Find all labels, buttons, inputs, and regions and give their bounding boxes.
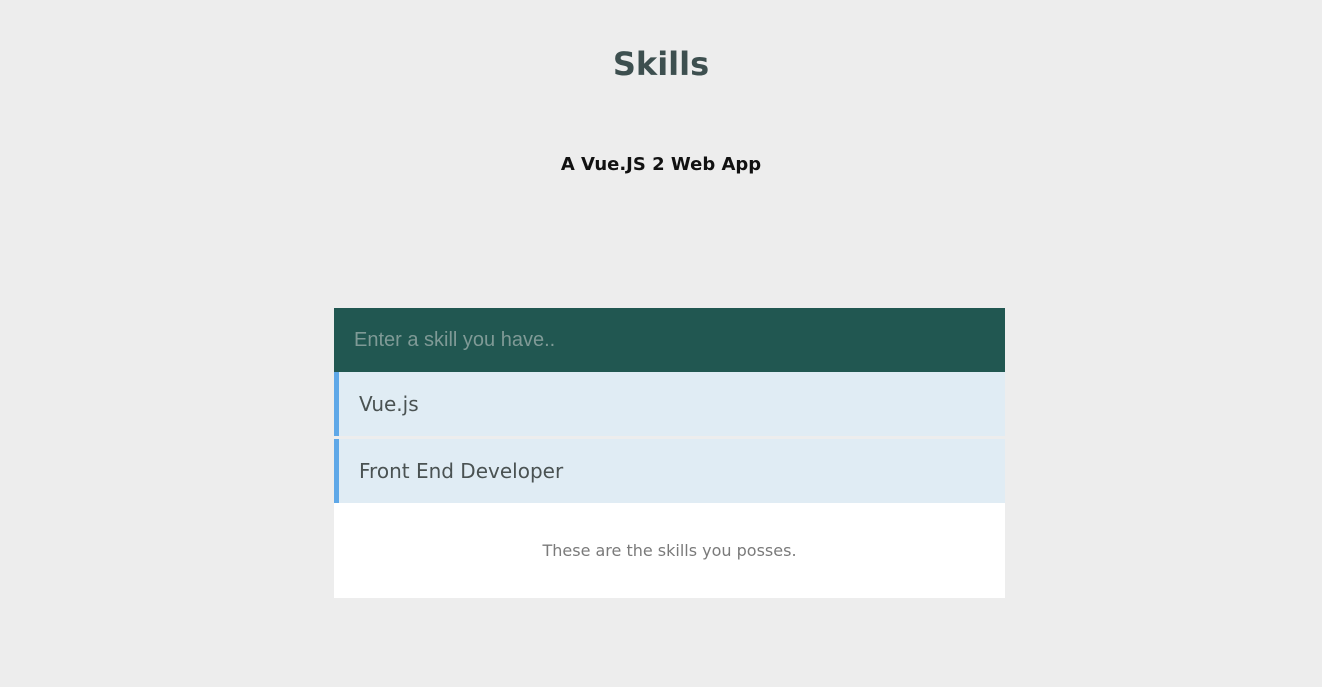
skill-form: [334, 308, 1005, 372]
skill-item-front-end-developer[interactable]: Front End Developer: [334, 439, 1005, 503]
skill-item-vuejs[interactable]: Vue.js: [334, 372, 1005, 436]
skills-footer: These are the skills you posses.: [334, 503, 1005, 598]
skills-footer-text: These are the skills you posses.: [542, 541, 797, 560]
skills-card: Vue.js Front End Developer These are the…: [334, 308, 1005, 598]
skill-list: Vue.js Front End Developer: [334, 372, 1005, 503]
page-subtitle: A Vue.JS 2 Web App: [560, 154, 762, 175]
skill-input[interactable]: [334, 308, 1005, 372]
page-title: Skills: [612, 45, 710, 83]
